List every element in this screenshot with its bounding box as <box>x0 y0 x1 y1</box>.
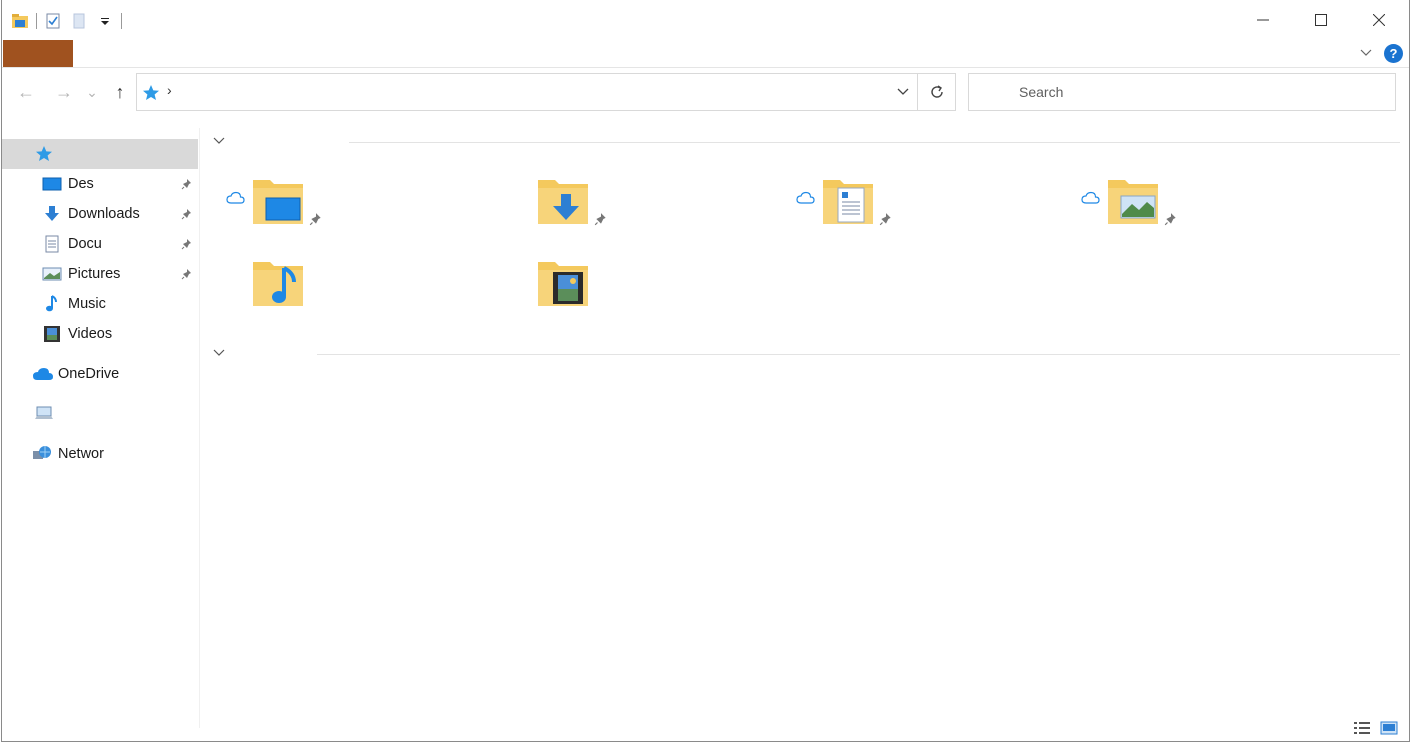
pictures-icon <box>42 264 62 284</box>
file-tab[interactable] <box>3 40 73 67</box>
folder-tile-videos[interactable] <box>511 256 791 328</box>
sidebar-item-music[interactable]: Music <box>2 289 198 319</box>
folder-tile-pictures[interactable] <box>1081 174 1361 246</box>
documents-folder-icon <box>823 180 873 224</box>
desktop-icon <box>42 174 62 194</box>
recent-locations-button[interactable]: ⌄ <box>84 78 100 106</box>
cloud-status-icon <box>1081 191 1100 204</box>
cloud-status-icon <box>796 191 815 204</box>
minimize-button[interactable] <box>1234 0 1292 40</box>
sidebar-item-downloads[interactable]: Downloads <box>2 199 198 229</box>
toolbar-separator <box>36 13 37 29</box>
group-divider <box>349 142 1400 143</box>
close-button[interactable] <box>1350 0 1408 40</box>
sidebar-item-label: Des <box>68 176 94 192</box>
details-view-button[interactable] <box>1351 719 1373 737</box>
title-bar <box>2 0 1409 40</box>
close-icon <box>1373 14 1385 26</box>
folder-tile-music[interactable] <box>226 256 506 328</box>
pin-icon <box>179 236 195 252</box>
folder-icon[interactable] <box>10 11 30 31</box>
sidebar-item-label: Docu <box>68 236 102 252</box>
refresh-button[interactable] <box>917 74 955 110</box>
downloads-icon <box>42 204 62 224</box>
sidebar-item-label: Videos <box>68 326 113 342</box>
toolbar-separator <box>121 13 122 29</box>
sidebar-item-label: Networ <box>58 446 104 462</box>
sidebar-item-this-pc[interactable] <box>2 399 198 429</box>
quick-access-star-icon <box>142 84 160 102</box>
sidebar-item-videos[interactable]: Videos <box>2 319 198 349</box>
sidebar-item-desktop[interactable]: Des <box>2 169 198 199</box>
sidebar-item-pictures[interactable]: Pictures <box>2 259 198 289</box>
up-button[interactable]: ↑ <box>108 78 132 106</box>
sidebar-item-label: Music <box>68 296 106 312</box>
sidebar-item-label: OneDrive <box>58 366 120 382</box>
large-icons-view-button[interactable] <box>1378 719 1400 737</box>
back-button[interactable]: ← <box>14 78 38 106</box>
chevron-down-icon <box>1360 49 1372 56</box>
pictures-folder-icon <box>1108 180 1158 224</box>
sidebar-item-documents[interactable]: Docu <box>2 229 198 259</box>
navigation-pane: Des Downloads Docu Pictures Music Videos… <box>2 128 200 728</box>
pin-icon <box>179 206 195 222</box>
address-bar[interactable]: › <box>136 73 956 111</box>
pin-icon <box>594 213 606 226</box>
chevron-down-icon <box>210 344 228 362</box>
customize-dropdown-icon[interactable] <box>95 11 115 31</box>
details-view-icon <box>1354 722 1370 734</box>
sidebar-item-label: Downloads <box>68 206 140 222</box>
videos-folder-icon <box>538 262 588 306</box>
cloud-status-icon <box>226 191 245 204</box>
pin-icon <box>309 213 321 226</box>
large-icons-view-icon <box>1380 721 1398 735</box>
folder-tile-downloads[interactable] <box>511 174 791 246</box>
search-input[interactable] <box>969 74 1395 110</box>
pin-icon <box>179 266 195 282</box>
status-bar <box>2 714 1409 742</box>
music-folder-icon <box>253 262 303 306</box>
sidebar-item-quick-access[interactable] <box>2 139 198 169</box>
refresh-icon <box>930 85 943 98</box>
maximize-icon <box>1315 14 1327 26</box>
ribbon: ? <box>2 40 1409 68</box>
this-pc-icon <box>34 404 54 424</box>
network-icon <box>32 444 52 464</box>
new-folder-icon[interactable] <box>69 11 89 31</box>
onedrive-icon <box>32 364 54 384</box>
pin-icon <box>1164 213 1176 226</box>
sidebar-item-label: Pictures <box>68 266 121 282</box>
group-divider <box>317 354 1400 355</box>
help-icon[interactable]: ? <box>1384 44 1403 63</box>
quick-access-toolbar <box>10 10 122 32</box>
expand-ribbon-button[interactable] <box>1357 44 1375 62</box>
group-header-frequent-folders[interactable] <box>210 132 1400 154</box>
navigation-bar: ← → ⌄ ↑ › <box>2 68 1409 116</box>
search-box[interactable] <box>968 73 1396 111</box>
chevron-down-icon <box>897 88 909 95</box>
maximize-button[interactable] <box>1292 0 1350 40</box>
videos-icon <box>42 324 62 344</box>
chevron-down-icon <box>210 132 228 150</box>
folder-tile-documents[interactable] <box>796 174 1076 246</box>
music-icon <box>42 294 62 314</box>
properties-icon[interactable] <box>43 11 63 31</box>
sidebar-item-network[interactable]: Networ <box>2 439 198 469</box>
forward-button[interactable]: → <box>52 78 76 106</box>
downloads-folder-icon <box>538 180 588 224</box>
content-pane <box>202 118 1408 713</box>
group-header-recent-files[interactable] <box>210 344 1400 366</box>
address-dropdown-button[interactable] <box>889 74 917 110</box>
documents-icon <box>42 234 62 254</box>
breadcrumb-separator[interactable]: › <box>167 82 172 98</box>
pin-icon <box>179 176 195 192</box>
pin-icon <box>879 213 891 226</box>
sidebar-item-onedrive[interactable]: OneDrive <box>2 359 198 389</box>
file-explorer-window: ? ← → ⌄ ↑ › Search Des Downloads Docu Pi… <box>1 0 1410 742</box>
minimize-icon <box>1257 19 1269 21</box>
desktop-folder-icon <box>253 180 303 224</box>
quick-access-star-icon <box>34 144 54 164</box>
folder-tile-desktop[interactable] <box>226 174 506 246</box>
